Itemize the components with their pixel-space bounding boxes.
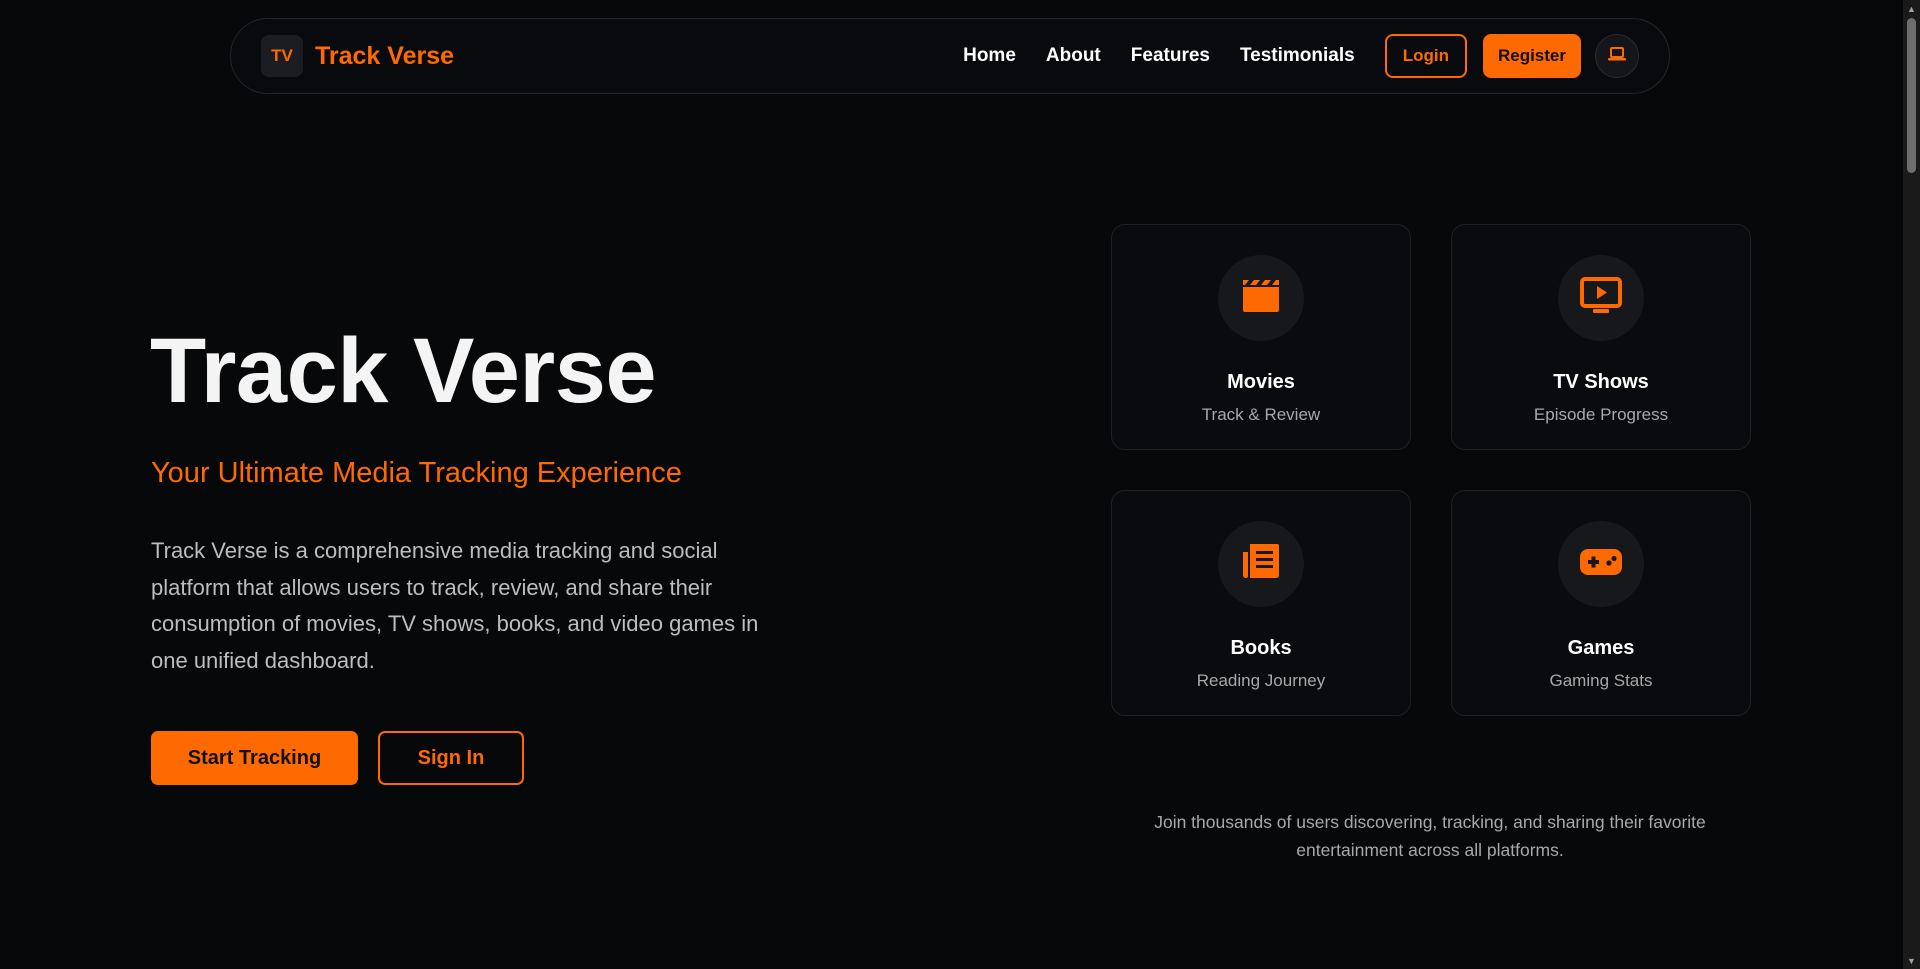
card-subtitle: Reading Journey — [1196, 671, 1326, 690]
book-icon — [1241, 542, 1281, 587]
card-icon-circle — [1558, 255, 1644, 341]
clapperboard-icon — [1241, 279, 1281, 318]
brand-logo[interactable]: TV Track Verse — [261, 35, 454, 77]
gamepad-icon — [1579, 548, 1623, 581]
brand-name: Track Verse — [315, 41, 455, 70]
scroll-down-arrow-icon[interactable]: ▼ — [1903, 952, 1920, 969]
card-movies[interactable]: Movies Track & Review — [1111, 224, 1411, 450]
card-icon-circle — [1218, 255, 1304, 341]
card-subtitle: Gaming Stats — [1549, 671, 1653, 690]
card-title: Games — [1567, 637, 1635, 659]
hero-description: Track Verse is a comprehensive media tra… — [151, 538, 759, 673]
scroll-up-arrow-icon[interactable]: ▲ — [1903, 0, 1920, 17]
tv-play-icon — [1580, 276, 1622, 320]
start-tracking-button[interactable]: Start Tracking — [151, 731, 358, 785]
nav-link-testimonials[interactable]: Testimonials — [1240, 45, 1355, 67]
nav-link-home[interactable]: Home — [963, 45, 1016, 67]
login-button[interactable]: Login — [1384, 34, 1467, 78]
card-title: TV Shows — [1553, 371, 1649, 393]
navbar: TV Track Verse Home About Features Testi… — [230, 18, 1670, 94]
nav-actions: Login Register — [1384, 34, 1581, 78]
join-text: Join thousands of users discovering, tra… — [1154, 812, 1706, 860]
card-icon-circle — [1218, 521, 1304, 607]
nav-link-about[interactable]: About — [1046, 45, 1101, 67]
card-subtitle: Track & Review — [1201, 405, 1321, 424]
card-tv-shows[interactable]: TV Shows Episode Progress — [1451, 224, 1751, 450]
scrollbar[interactable]: ▲ ▼ — [1903, 0, 1920, 969]
theme-toggle-button[interactable] — [1595, 34, 1639, 78]
hero-title: Track Verse — [150, 320, 657, 422]
laptop-icon — [1608, 46, 1626, 66]
card-games[interactable]: Games Gaming Stats — [1451, 490, 1751, 716]
card-title: Movies — [1227, 371, 1295, 393]
card-books[interactable]: Books Reading Journey — [1111, 490, 1411, 716]
card-subtitle: Episode Progress — [1533, 405, 1669, 424]
card-icon-circle — [1558, 521, 1644, 607]
scrollbar-thumb[interactable] — [1907, 18, 1916, 173]
nav-link-features[interactable]: Features — [1131, 45, 1210, 67]
hero-subtitle: Your Ultimate Media Tracking Experience — [151, 457, 682, 489]
register-button[interactable]: Register — [1482, 34, 1581, 78]
nav-links: Home About Features Testimonials — [963, 45, 1355, 67]
brand-badge: TV — [261, 35, 303, 77]
card-title: Books — [1230, 637, 1292, 659]
sign-in-button[interactable]: Sign In — [378, 731, 524, 785]
